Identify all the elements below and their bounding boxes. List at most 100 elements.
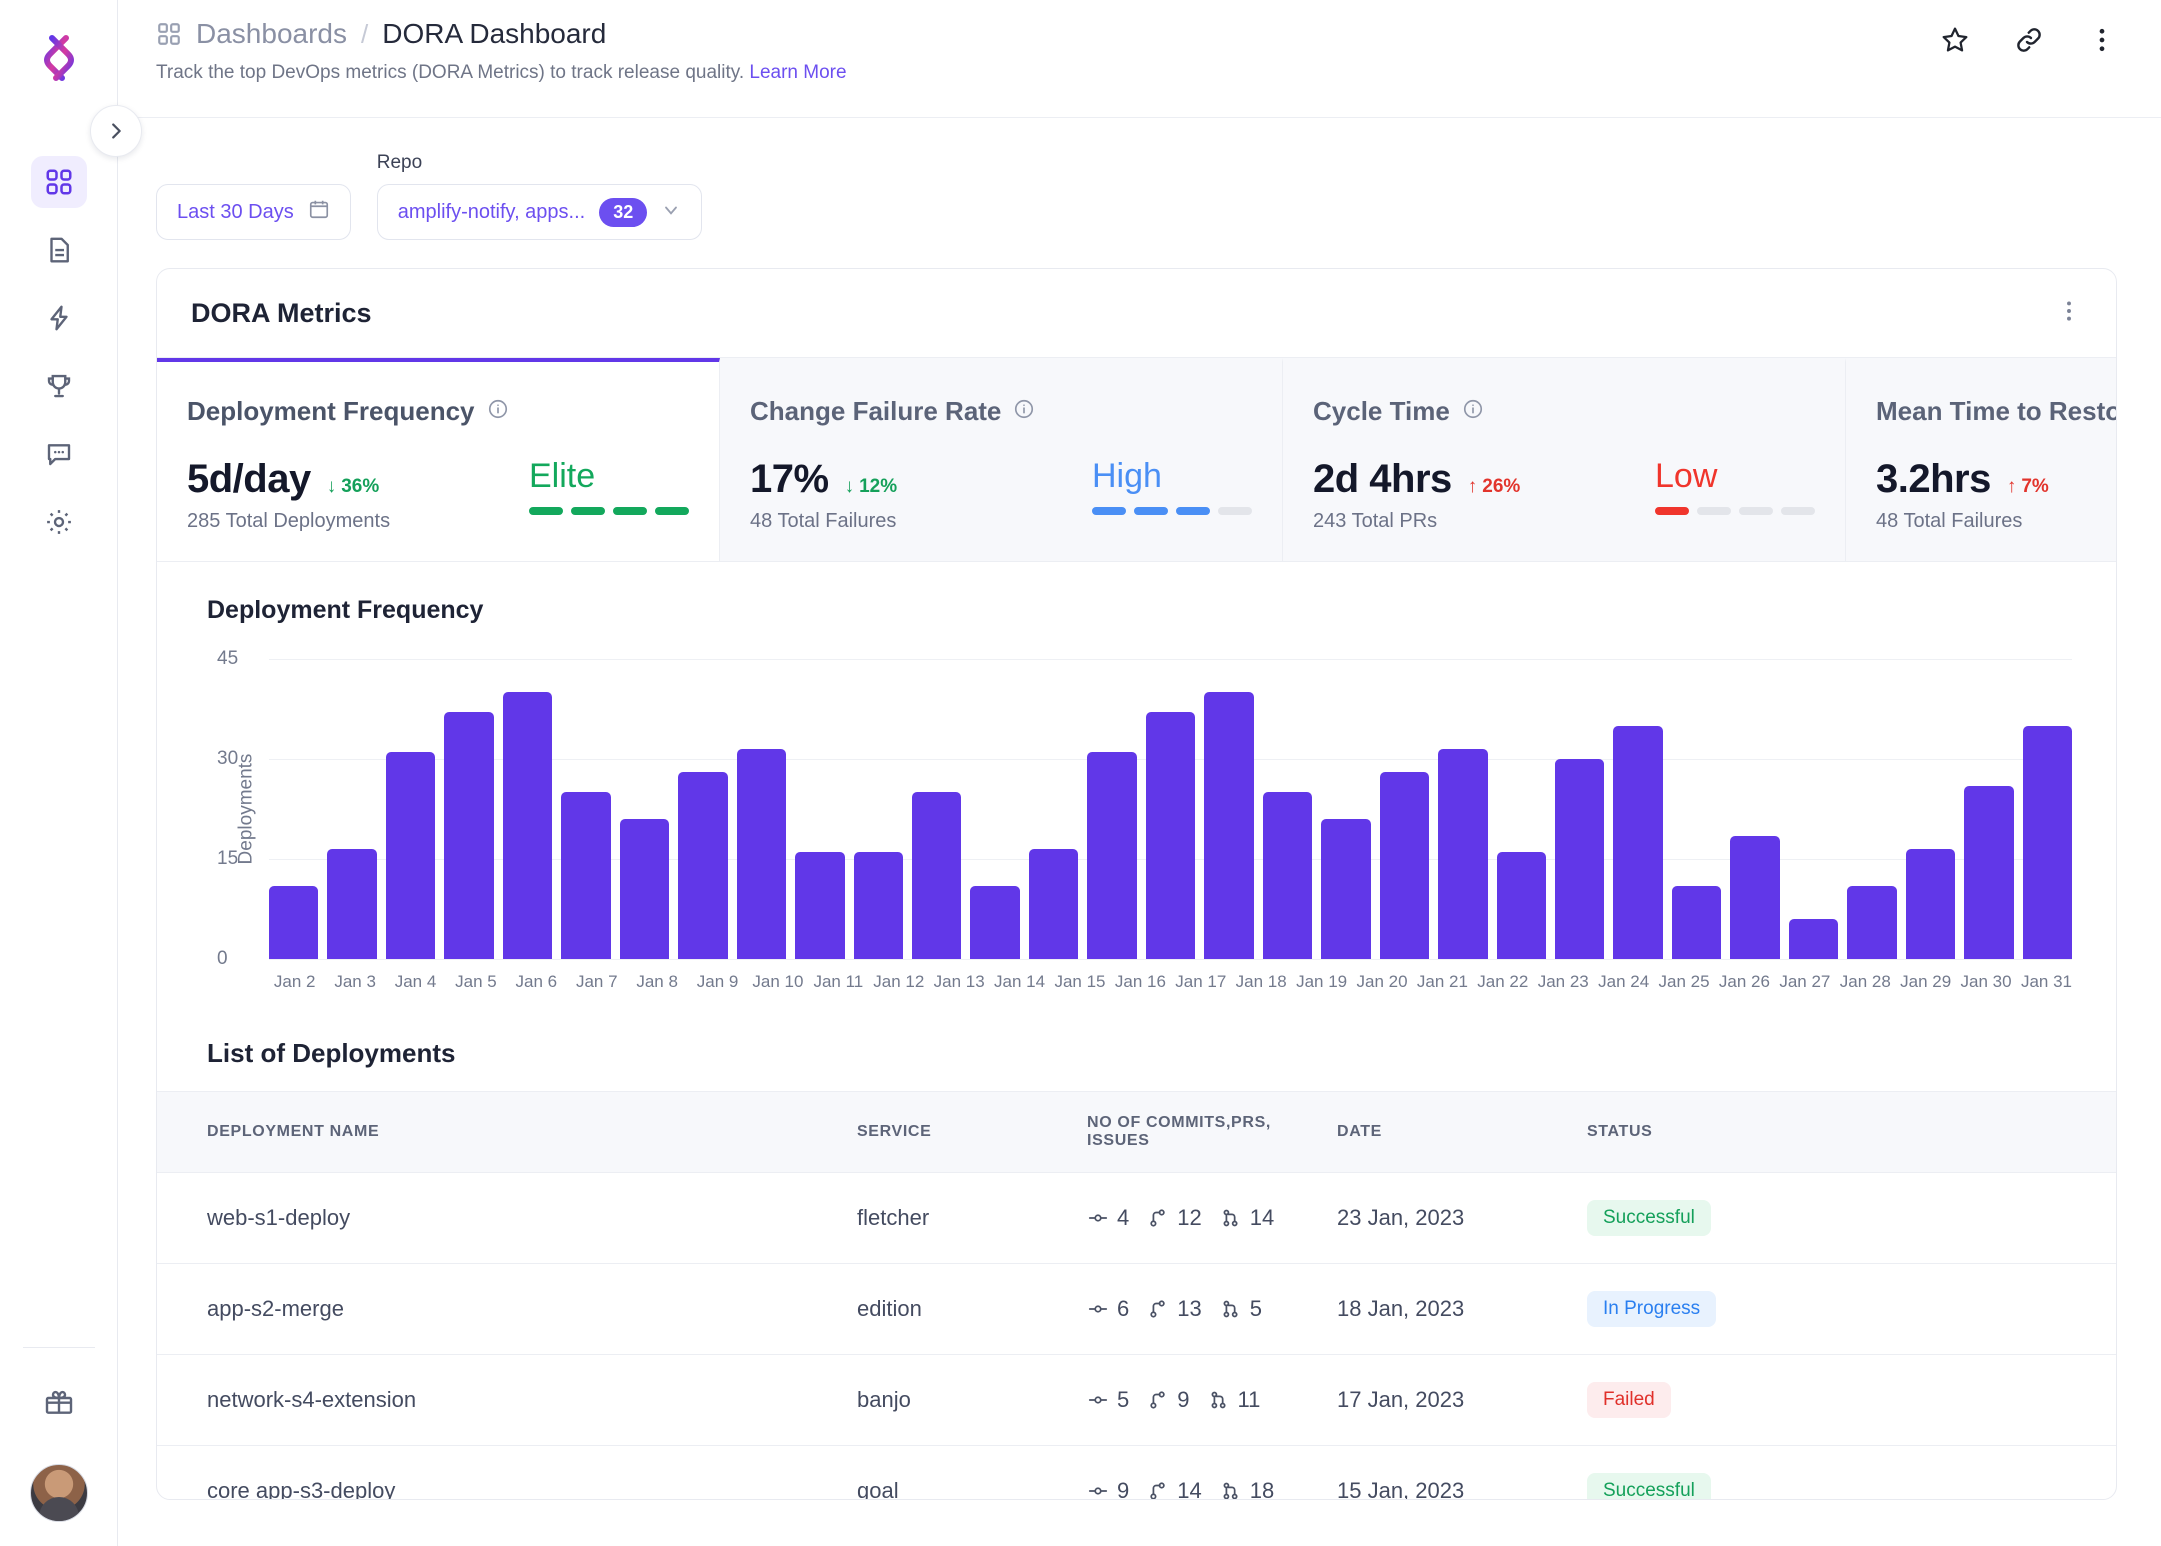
chart-bar[interactable]: [1028, 849, 1079, 959]
middleware-logo-icon[interactable]: [28, 26, 90, 88]
sidebar-item-achievements[interactable]: [31, 360, 87, 412]
chart-bar[interactable]: [385, 752, 436, 959]
metric-rating-label: High: [1092, 457, 1162, 495]
sidebar-expand-button[interactable]: [90, 105, 142, 157]
chart-bar[interactable]: [1964, 785, 2014, 959]
commit-count: 5: [1087, 1387, 1129, 1413]
sidebar-item-messages[interactable]: [31, 428, 87, 480]
table-row[interactable]: network-s4-extension banjo 5 9 11 17 Jan, 202…: [157, 1354, 2116, 1446]
table-row[interactable]: web-s1-deploy fletcher 4 12 14 23 Jan, 2023 Su…: [157, 1172, 2116, 1264]
filter-bar: Last 30 Days Repo amplify-notify, apps..…: [118, 118, 2161, 240]
metric-card-3[interactable]: Mean Time to Restore 3.2hrs ↑7% 48 Total Fa…: [1846, 358, 2116, 561]
status-badge: In Progress: [1587, 1291, 1717, 1327]
chart-bar[interactable]: [1321, 819, 1371, 959]
chart-bar[interactable]: [502, 692, 553, 959]
metric-rating-bars: [1655, 507, 1815, 515]
chart-bar[interactable]: [1905, 849, 1956, 959]
table-column-header[interactable]: STATUS: [1587, 1091, 2116, 1173]
chart-bar[interactable]: [1145, 712, 1196, 959]
sidebar-item-dashboards[interactable]: [30, 156, 87, 208]
issue-branch-icon: [1223, 1209, 1238, 1227]
table-column-header[interactable]: SERVICE: [857, 1091, 1087, 1173]
metric-card-2[interactable]: Cycle Time 2d 4hrs ↑ 26% 243 Total PRs Low: [1283, 358, 1846, 561]
info-icon[interactable]: [487, 396, 509, 427]
table-column-header[interactable]: NO OF COMMITS,PRS, ISSUES: [1087, 1091, 1337, 1173]
more-options-button[interactable]: [2087, 25, 2117, 60]
chart-bar[interactable]: [736, 749, 787, 959]
lightning-bolt-icon: [49, 305, 68, 331]
metric-value: 5d/day: [187, 457, 311, 501]
page-title: DORA Dashboard: [382, 18, 607, 49]
chart-y-axis-label: Deployments: [235, 753, 257, 865]
metric-title-text: Deployment Frequency: [187, 396, 475, 426]
pull-request-icon: [1147, 1480, 1169, 1499]
chart-bar[interactable]: [1204, 692, 1254, 959]
chart-bar[interactable]: [2022, 725, 2073, 959]
chart-bar[interactable]: [619, 819, 670, 959]
x-tick-label: Jan 8: [636, 972, 678, 991]
table-row[interactable]: core app-s3-deploy goal 9 14 18 15 Jan, 2023 S…: [157, 1445, 2116, 1499]
chart-bar[interactable]: [1671, 885, 1722, 959]
learn-more-link[interactable]: Learn More: [749, 62, 846, 83]
issue-count: 11: [1208, 1387, 1260, 1413]
chart-bar[interactable]: [1496, 852, 1546, 959]
metric-title-text: Change Failure Rate: [750, 396, 1002, 426]
chart-bar[interactable]: [1379, 772, 1430, 959]
chart-bar[interactable]: [1730, 835, 1780, 959]
chart-bar[interactable]: [911, 792, 962, 959]
date-range-selector[interactable]: Last 30 Days: [156, 184, 351, 240]
chart-bar[interactable]: [444, 712, 494, 959]
chart-bar[interactable]: [678, 772, 728, 959]
chart-bar[interactable]: [853, 852, 903, 959]
panel-title: DORA Metrics: [191, 297, 372, 328]
chart-bar[interactable]: [1554, 759, 1605, 959]
avatar[interactable]: [29, 1464, 88, 1522]
sidebar-item-activity[interactable]: [31, 292, 87, 344]
chart-bar[interactable]: [1087, 752, 1137, 959]
table-row[interactable]: app-s2-merge edition 6 13 5 18 Jan, 2023 In Pr…: [157, 1263, 2116, 1355]
info-icon[interactable]: [1462, 396, 1484, 427]
chart-bar[interactable]: [970, 885, 1020, 959]
breadcrumb-root[interactable]: Dashboards: [196, 18, 347, 50]
rating-segment: [1655, 507, 1689, 515]
cell-status: Failed: [1587, 1354, 2116, 1446]
x-tick-label: Jan 15: [1054, 972, 1106, 991]
cell-date: 15 Jan, 2023: [1337, 1445, 1587, 1499]
sidebar-item-settings[interactable]: [31, 496, 87, 548]
chart-bar[interactable]: [327, 849, 377, 959]
cell-counts: 5 9 11: [1087, 1354, 1337, 1446]
metric-body: 5d/day ↓ 36% 285 Total Deployments Elite: [187, 457, 689, 533]
panel-menu-button[interactable]: [2056, 298, 2082, 329]
chart-bar[interactable]: [561, 792, 611, 959]
metric-card-0[interactable]: Deployment Frequency 5d/day ↓ 36% 285 Total …: [157, 358, 720, 561]
chart-bar[interactable]: [1438, 749, 1488, 959]
metric-card-1[interactable]: Change Failure Rate 17% ↓ 12% 48 Total Failu…: [720, 358, 1283, 561]
issue-count: 5: [1220, 1296, 1262, 1322]
x-tick-label: Jan 31: [2020, 972, 2072, 991]
favorite-button[interactable]: [1939, 24, 1971, 61]
copy-link-button[interactable]: [2013, 24, 2045, 61]
sidebar-item-docs[interactable]: [31, 224, 87, 276]
table-column-header[interactable]: DEPLOYMENT NAME: [157, 1091, 857, 1173]
metric-delta-arrow: ↓: [844, 476, 855, 497]
metric-delta-arrow: ↑: [1467, 476, 1478, 497]
metric-value: 3.2hrs: [1876, 457, 1991, 501]
chart-bar[interactable]: [795, 852, 845, 959]
metric-delta-value: 12%: [859, 476, 898, 497]
cell-date: 23 Jan, 2023: [1337, 1172, 1587, 1264]
table-column-header[interactable]: DATE: [1337, 1091, 1587, 1173]
repo-selector[interactable]: amplify-notify, apps... 32: [376, 184, 703, 240]
status-badge: Successful: [1587, 1200, 1711, 1236]
chart-bar[interactable]: [1847, 885, 1897, 959]
x-tick-label: Jan 22: [1477, 972, 1529, 991]
x-tick-label: Jan 6: [515, 972, 558, 991]
cell-service: fletcher: [857, 1172, 1087, 1264]
cell-date: 17 Jan, 2023: [1337, 1354, 1587, 1446]
chart-bar[interactable]: [1262, 792, 1313, 959]
chart-bar[interactable]: [1613, 725, 1663, 959]
rewards-button[interactable]: [31, 1376, 87, 1428]
chat-bubble-icon: [47, 444, 70, 466]
chart-bar[interactable]: [1788, 919, 1839, 959]
info-icon[interactable]: [1013, 396, 1035, 427]
chart-bar[interactable]: [269, 885, 319, 959]
